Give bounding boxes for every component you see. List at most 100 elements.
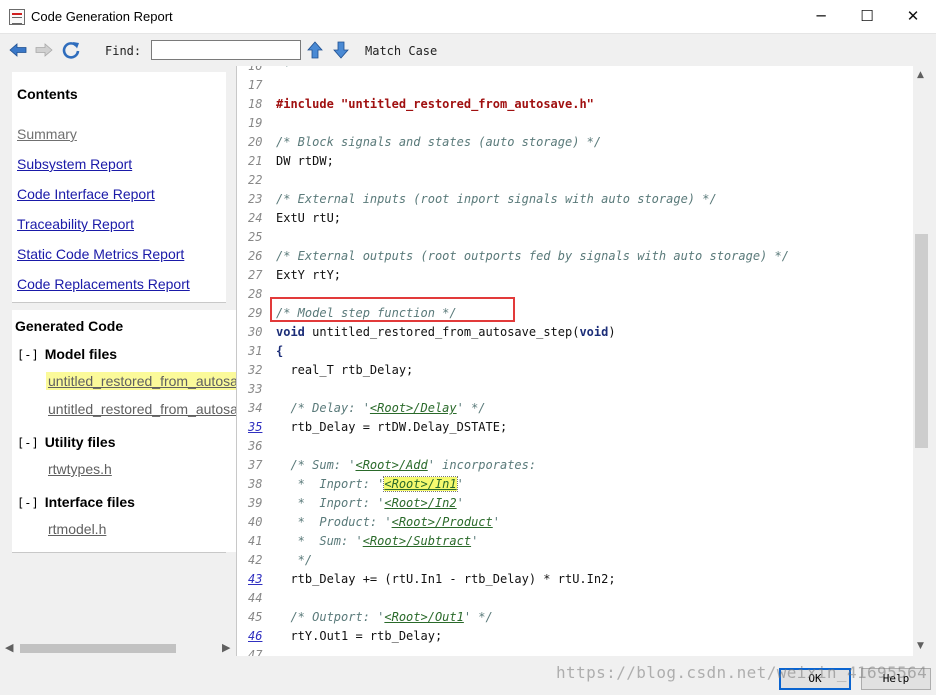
line-number: 30 [248, 325, 263, 339]
forward-arrow-icon[interactable] [34, 40, 54, 60]
code-text: rtY.Out1 = rtb_Delay; [276, 627, 442, 646]
collapse-toggle[interactable]: [-] [17, 436, 39, 450]
line-number: 18 [248, 97, 263, 111]
line-number: 44 [248, 591, 263, 605]
code-interface-report-link[interactable]: Code Interface Report [17, 186, 155, 202]
code-token: DW rtDW; [276, 154, 334, 168]
code-view: 16 * 17 18 #include "untitled_restored_from… [236, 66, 929, 656]
code-line: 18 #include "untitled_restored_from_autos… [237, 95, 913, 114]
interface-files-group[interactable]: [-] Interface files [17, 494, 135, 510]
code-replacements-report-link[interactable]: Code Replacements Report [17, 276, 190, 292]
code-line: 22 [237, 171, 913, 190]
line-number: 17 [248, 78, 263, 92]
block-reference-link[interactable]: <Root>/In1 [383, 476, 458, 492]
model-header-file-link[interactable]: untitled_restored_from_autosave.h [46, 400, 236, 418]
line-number: 24 [248, 211, 263, 225]
code-line: 35 rtb_Delay = rtDW.Delay_DSTATE; [237, 418, 913, 437]
model-files-group[interactable]: [-] Model files [17, 346, 117, 362]
scroll-right-arrow-icon[interactable]: ▶ [222, 641, 230, 654]
code-text: DW rtDW; [276, 152, 334, 171]
code-text: void untitled_restored_from_autosave_ste… [276, 323, 616, 342]
window-title: Code Generation Report [31, 9, 173, 24]
block-reference-link[interactable]: <Root>/In2 [384, 496, 456, 510]
scroll-down-arrow-icon[interactable]: ▼ [917, 641, 924, 651]
code-token: ExtY rtY; [276, 268, 342, 282]
code-line: 44 [237, 589, 913, 608]
code-token: ' [471, 534, 479, 548]
horizontal-scrollbar[interactable]: ◀ ▶ [0, 640, 236, 656]
line-number: 29 [248, 306, 263, 320]
code-line: 32 real_T rtb_Delay; [237, 361, 913, 380]
line-number-link[interactable]: 43 [248, 570, 270, 589]
code-text: /* Block signals and states (auto storag… [276, 133, 601, 152]
line-number: 47 [248, 648, 263, 656]
code-token: ExtU rtU; [276, 211, 342, 225]
block-reference-link[interactable]: <Root>/Delay [370, 401, 457, 415]
find-next-arrow-icon[interactable] [331, 40, 351, 60]
scroll-up-arrow-icon[interactable]: ▲ [917, 70, 924, 80]
code-text: /* External outputs (root outports fed b… [276, 247, 789, 266]
minimize-button[interactable]: ─ [798, 0, 844, 33]
code-line: 17 [237, 76, 913, 95]
line-number: 38 [248, 477, 263, 491]
code-token: { [276, 344, 284, 358]
code-token: void [276, 325, 305, 339]
find-input[interactable] [151, 40, 301, 60]
collapse-toggle[interactable]: [-] [17, 348, 39, 362]
highlight-annotation-box [270, 297, 515, 322]
traceability-report-link[interactable]: Traceability Report [17, 216, 134, 232]
code-token: untitled_restored_from_autosave_step( [304, 325, 580, 339]
line-number: 37 [248, 458, 263, 472]
scrollbar-thumb[interactable] [20, 644, 176, 653]
code-text: { [276, 342, 283, 361]
code-text: ExtY rtY; [276, 266, 341, 285]
code-line: 30 void untitled_restored_from_autosave_s… [237, 323, 913, 342]
static-code-metrics-report-link[interactable]: Static Code Metrics Report [17, 246, 184, 262]
code-text: ExtU rtU; [276, 209, 341, 228]
utility-files-group[interactable]: [-] Utility files [17, 434, 115, 450]
rtmodel-file-link[interactable]: rtmodel.h [46, 520, 108, 538]
code-line: 26 /* External outputs (root outports fed… [237, 247, 913, 266]
find-label: Find: [105, 44, 142, 58]
line-number: 33 [248, 382, 263, 396]
code-token: "untitled_restored_from_autosave.h" [341, 97, 594, 111]
code-token: ' incorporates: [427, 458, 537, 472]
subsystem-report-link[interactable]: Subsystem Report [17, 156, 132, 172]
code-token: /* External inputs (root inport signals … [276, 192, 717, 206]
match-case-option[interactable]: Match Case [365, 44, 437, 58]
maximize-button[interactable]: ☐ [844, 0, 890, 33]
vertical-scrollbar[interactable]: ▲ ▼ [913, 66, 929, 656]
collapse-toggle[interactable]: [-] [17, 496, 39, 510]
summary-link[interactable]: Summary [17, 126, 77, 142]
code-line: 45 /* Outport: '<Root>/Out1' */ [237, 608, 913, 627]
block-reference-link[interactable]: <Root>/Subtract [363, 534, 471, 548]
code-text: /* Delay: '<Root>/Delay' */ [276, 399, 485, 418]
close-button[interactable]: ✕ [890, 0, 936, 33]
section-divider [12, 552, 226, 553]
code-line: 42 */ [237, 551, 913, 570]
code-line: 46 rtY.Out1 = rtb_Delay; [237, 627, 913, 646]
code-token: /* Block signals and states (auto storag… [276, 135, 602, 149]
code-line: 39 * Inport: '<Root>/In2' [237, 494, 913, 513]
rtwtypes-file-link[interactable]: rtwtypes.h [46, 460, 114, 478]
line-number: 25 [248, 230, 263, 244]
line-number: 42 [248, 553, 263, 567]
refresh-icon[interactable] [61, 40, 81, 60]
code-line: 33 [237, 380, 913, 399]
model-source-file-link[interactable]: untitled_restored_from_autosave.c [46, 372, 236, 390]
block-reference-link[interactable]: <Root>/Add [355, 458, 427, 472]
scroll-left-arrow-icon[interactable]: ◀ [5, 641, 13, 654]
code-text: * Sum: '<Root>/Subtract' [276, 532, 479, 551]
line-number: 39 [248, 496, 263, 510]
block-reference-link[interactable]: <Root>/Product [392, 515, 493, 529]
find-previous-arrow-icon[interactable] [305, 40, 325, 60]
line-number-link[interactable]: 35 [248, 418, 270, 437]
block-reference-link[interactable]: <Root>/Out1 [384, 610, 463, 624]
code-token: */ [276, 553, 313, 567]
code-line: 23 /* External inputs (root inport signal… [237, 190, 913, 209]
scrollbar-thumb[interactable] [915, 234, 928, 448]
code-line: 41 * Sum: '<Root>/Subtract' [237, 532, 913, 551]
code-line: 21 DW rtDW; [237, 152, 913, 171]
back-arrow-icon[interactable] [8, 40, 28, 60]
line-number-link[interactable]: 46 [248, 627, 270, 646]
